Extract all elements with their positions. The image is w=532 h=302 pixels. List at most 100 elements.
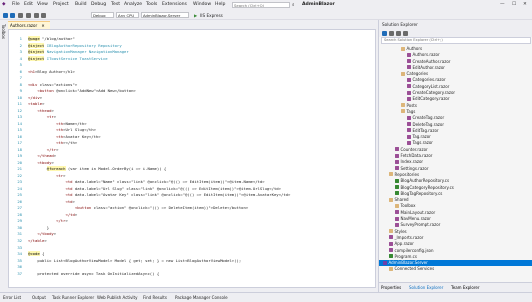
menu-help[interactable]: Help: [215, 2, 225, 7]
folder-icon: [389, 266, 393, 271]
tree-item-label: DeleteTag.razor: [412, 121, 444, 127]
razor-file-icon: [407, 96, 411, 101]
razor-file-icon: [407, 134, 411, 139]
folder-icon: [389, 229, 393, 234]
configuration-select[interactable]: Debug: [91, 12, 114, 18]
document-tabs: Authors.razor ✕: [8, 20, 376, 29]
bottom-tool-tabs: Error List Output Task Runner Explorer W…: [0, 292, 532, 302]
tab-properties[interactable]: Properties: [381, 285, 401, 290]
tree-item-label: Index.razor: [400, 159, 424, 165]
menu-edit[interactable]: Edit: [24, 2, 33, 7]
tab-output[interactable]: Output: [32, 295, 46, 300]
tree-item-label: CreateCategory.razor: [412, 90, 456, 96]
back-icon[interactable]: [3, 12, 8, 18]
tab-label: Authors.razor: [10, 23, 38, 28]
toolbox-tab[interactable]: Toolbox: [0, 20, 8, 288]
sync-icon[interactable]: [389, 30, 394, 36]
razor-file-icon: [407, 115, 411, 120]
menu-test[interactable]: Test: [111, 2, 120, 7]
menu-debug[interactable]: Debug: [91, 2, 106, 7]
tree-item-label: MainLayout.razor: [400, 209, 436, 215]
menu-analyze[interactable]: Analyze: [124, 2, 142, 7]
razor-file-icon: [389, 241, 393, 246]
search-icon[interactable]: ⌕: [292, 2, 295, 8]
razor-file-icon: [407, 90, 411, 95]
folder-icon: [401, 71, 405, 76]
run-button[interactable]: IIS Express: [200, 13, 223, 18]
razor-file-icon: [395, 216, 399, 221]
menu-build[interactable]: Build: [75, 2, 87, 7]
menu-view[interactable]: View: [37, 2, 48, 7]
app-title: AdminBlazor: [302, 2, 335, 7]
razor-file-icon: [395, 222, 399, 227]
tab-close-icon[interactable]: ✕: [41, 23, 44, 28]
toolbox-tab-label: Toolbox: [1, 24, 6, 39]
tab-find-results[interactable]: Find Results: [143, 295, 167, 300]
tree-item-label: compilerconfig.json: [394, 247, 434, 253]
menu-window[interactable]: Window: [193, 2, 211, 7]
save-all-icon[interactable]: [26, 12, 31, 18]
save-icon[interactable]: [18, 12, 23, 18]
tree-item-label: CreateTag.razor: [412, 115, 445, 121]
tree-item-label: Connected Services: [394, 266, 435, 272]
razor-file-icon: [407, 59, 411, 64]
menu-project[interactable]: Project: [53, 2, 69, 7]
project-icon: [383, 260, 387, 265]
folder-icon: [401, 103, 405, 108]
minimize-icon[interactable]: —: [500, 2, 505, 7]
title-bar: ◆ File Edit View Project Build Debug Tes…: [0, 0, 532, 10]
tree-item-label: App.razor: [394, 241, 414, 247]
tree-item-label: FetchData.razor: [400, 153, 433, 159]
close-icon[interactable]: ✕: [523, 2, 527, 7]
search-input[interactable]: Search (Ctrl+Q): [232, 1, 290, 8]
tab-solution-explorer[interactable]: Solution Explorer: [409, 285, 443, 290]
menu-extensions[interactable]: Extensions: [162, 2, 187, 7]
toolbar: Debug Any CPU AdminBlazor.Server ▶ IIS E…: [0, 10, 532, 20]
tree-item-label: AdminBlazor.Server: [388, 260, 428, 266]
tree-item-label: CategoryList.razor: [412, 83, 450, 89]
tree-item-label: _Imports.razor: [394, 234, 424, 240]
razor-file-icon: [407, 65, 411, 70]
tab-team-explorer[interactable]: Team Explorer: [451, 285, 480, 290]
startup-project-select[interactable]: AdminBlazor.Server: [141, 12, 189, 18]
tree-item-label: SurveyPrompt.razor: [400, 222, 441, 228]
tab-task-runner-explorer[interactable]: Task Runner Explorer: [52, 295, 94, 300]
collapse-all-icon[interactable]: [403, 30, 408, 36]
menu-file[interactable]: File: [12, 2, 20, 7]
menu-tools[interactable]: Tools: [146, 2, 157, 7]
solution-search-input[interactable]: Search Solution Explorer (Ctrl+;): [381, 37, 531, 44]
folder-icon: [389, 197, 393, 202]
platform-select[interactable]: Any CPU: [116, 12, 139, 18]
tree-item-label: Posts: [406, 102, 417, 108]
razor-file-icon: [395, 153, 399, 158]
razor-file-icon: [395, 147, 399, 152]
folder-icon: [401, 109, 405, 114]
code-line: 37 protected override async Task OnIniti…: [9, 271, 375, 278]
razor-file-icon: [407, 77, 411, 82]
maximize-icon[interactable]: ☐: [512, 2, 516, 7]
razor-file-icon: [395, 159, 399, 164]
solution-explorer-toolbar: [379, 29, 532, 37]
tree-item-label: Program.cs: [394, 253, 417, 259]
home-icon[interactable]: [382, 30, 387, 36]
tab-package-manager-console[interactable]: Package Manager Console: [175, 295, 228, 300]
tree-item-label: BlogAuthorRepository.cs: [400, 178, 450, 184]
csharp-file-icon: [395, 191, 399, 196]
solution-explorer-bottom-tabs: Properties Solution Explorer Team Explor…: [379, 282, 532, 292]
forward-icon[interactable]: [10, 12, 15, 18]
undo-icon[interactable]: [34, 12, 39, 18]
redo-icon[interactable]: [41, 12, 46, 18]
tree-item-label: CreateAuthor.razor: [412, 58, 451, 64]
razor-file-icon: [395, 166, 399, 171]
vs-logo-icon: ◆: [2, 2, 6, 7]
refresh-icon[interactable]: [396, 30, 401, 36]
tree-item[interactable]: Connected Services: [379, 266, 532, 272]
tab-web-publish-activity[interactable]: Web Publish Activity: [97, 295, 137, 300]
razor-file-icon: [407, 128, 411, 133]
run-icon[interactable]: ▶: [194, 13, 197, 18]
tab-error-list[interactable]: Error List: [3, 295, 21, 300]
tree-item-label: Categories: [406, 71, 429, 77]
tab-authors-razor[interactable]: Authors.razor ✕: [8, 21, 50, 29]
tree-item-label: EditTag.razor: [412, 127, 439, 133]
code-editor[interactable]: 1 @page "/blog/author" 2 @inject IBlogAutho…: [8, 29, 376, 288]
